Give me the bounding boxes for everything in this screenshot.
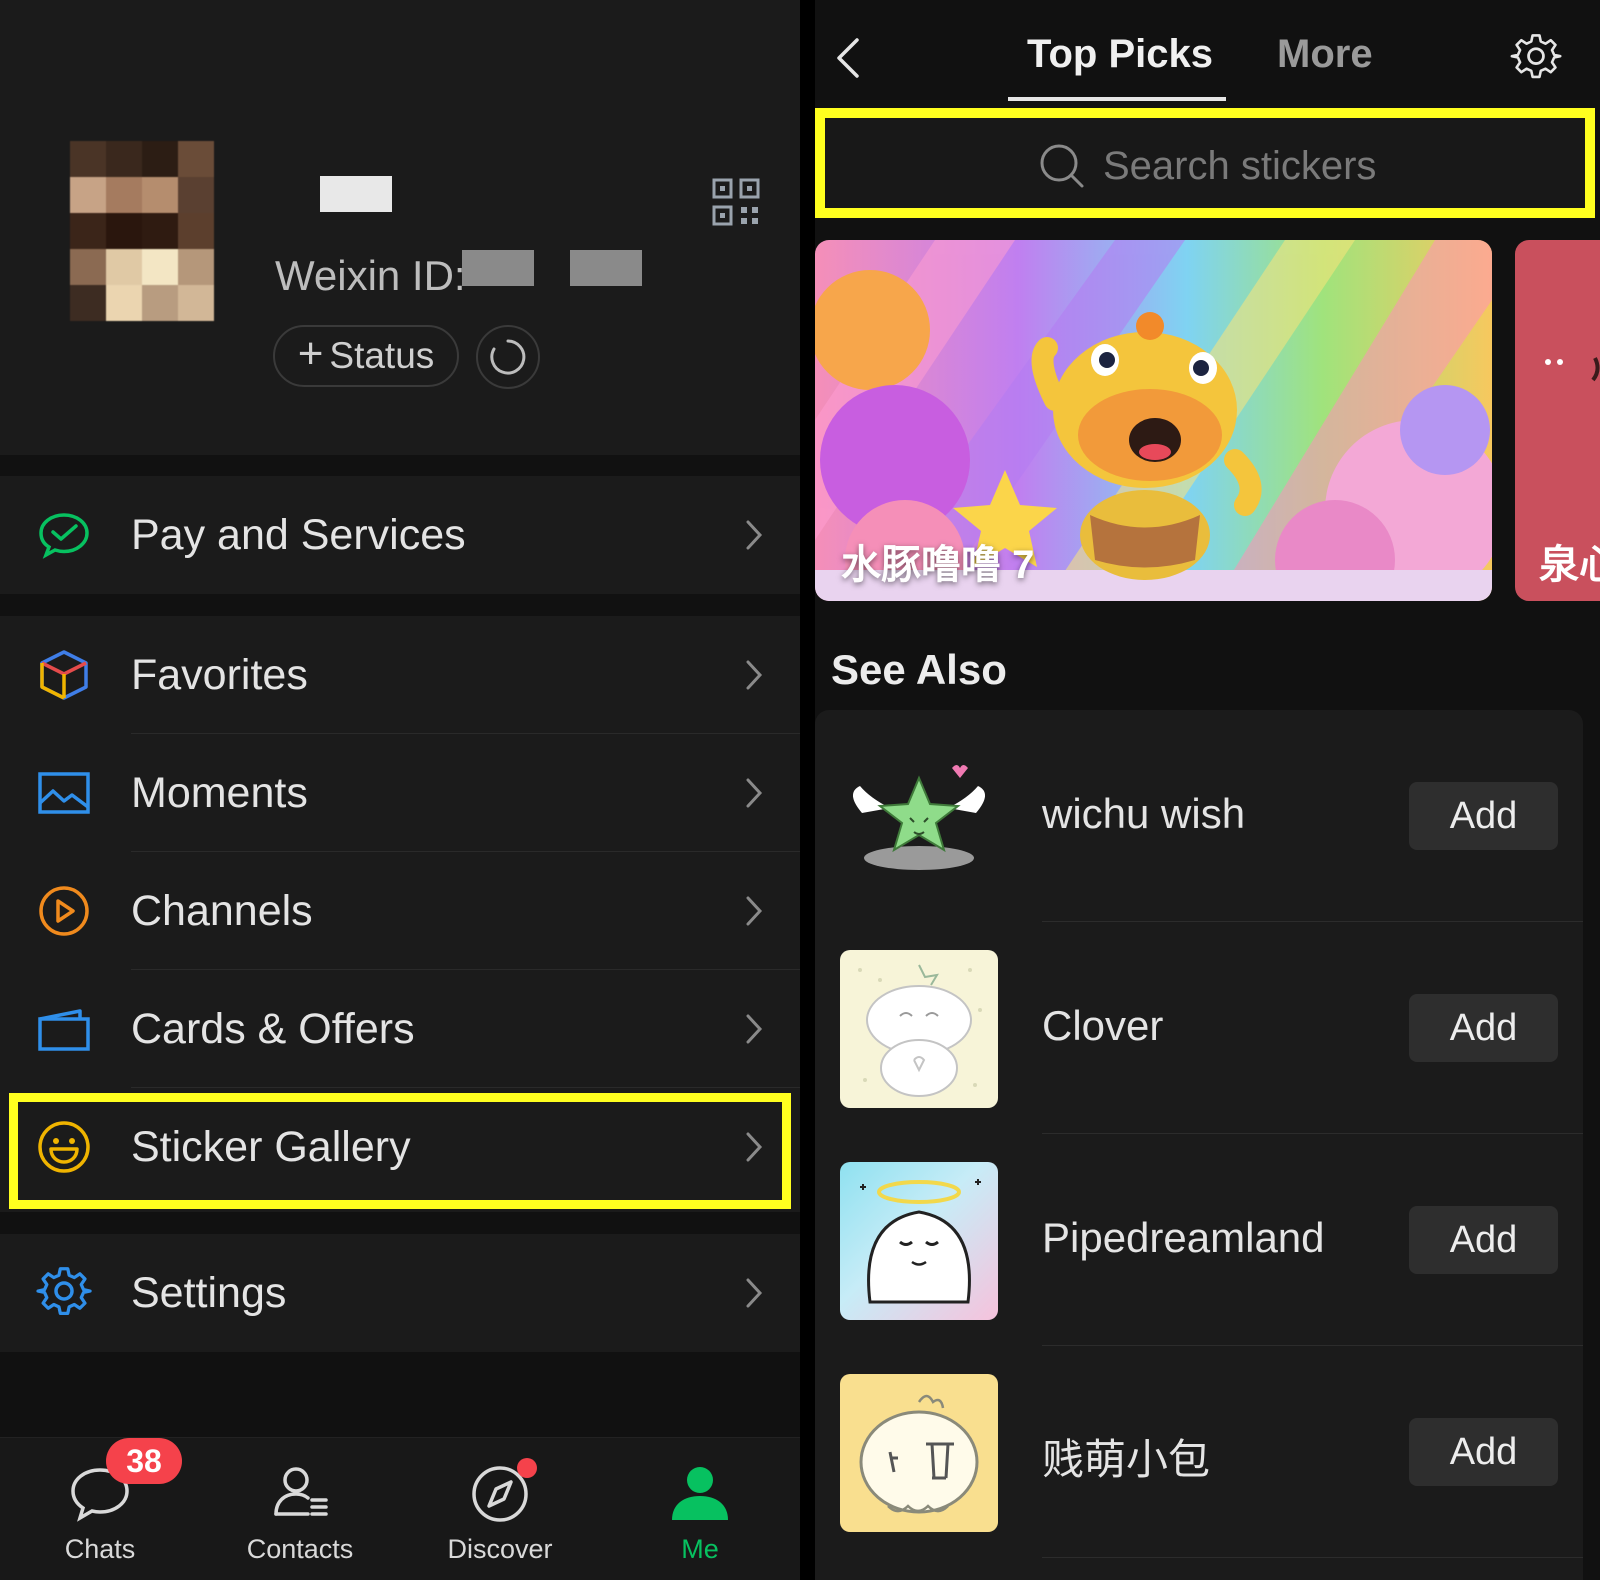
menu-item-moments[interactable]: Moments	[0, 734, 800, 852]
weixin-id-redacted	[462, 250, 534, 286]
clover-sticker-image	[858, 964, 982, 1097]
contacts-person-icon	[274, 1467, 328, 1516]
refresh-icon	[490, 339, 526, 375]
pay-checkmark-icon	[39, 513, 89, 559]
pay-group: Pay and Services	[0, 476, 800, 594]
qr-code-icon[interactable]	[712, 178, 760, 226]
features-group: Favorites Moments Channels Cards & Offer…	[0, 616, 800, 1212]
profile-header[interactable]: Weixin ID: + Status	[0, 0, 800, 455]
moments-picture-icon	[38, 772, 90, 814]
featured-banner-next[interactable]: 泉心	[1515, 240, 1600, 601]
tab-label-contacts: Contacts	[246, 1534, 354, 1564]
chevron-right-icon	[746, 1014, 763, 1044]
divider	[1042, 1557, 1583, 1558]
menu-label-pay: Pay and Services	[131, 510, 466, 559]
add-button[interactable]: Add	[1409, 782, 1558, 850]
settings-group: Settings	[0, 1234, 800, 1352]
sticker-thumbnail	[840, 738, 998, 896]
star-angel-sticker-image	[852, 765, 986, 870]
chevron-right-icon	[746, 1132, 763, 1162]
tab-more[interactable]: More	[1277, 32, 1373, 77]
tab-label-me: Me	[681, 1534, 719, 1564]
add-button[interactable]: Add	[1409, 1206, 1558, 1274]
avatar[interactable]	[70, 141, 214, 321]
search-placeholder: Search stickers	[1103, 143, 1377, 188]
tab-discover[interactable]: Discover	[400, 1438, 600, 1580]
status-ring-button[interactable]	[476, 325, 540, 389]
tab-top-picks[interactable]: Top Picks	[1027, 32, 1213, 77]
chevron-right-icon	[746, 660, 763, 690]
menu-label-settings: Settings	[131, 1268, 287, 1317]
weixin-id-label: Weixin ID:	[275, 252, 466, 299]
add-button[interactable]: Add	[1409, 994, 1558, 1062]
menu-label-channels: Channels	[131, 886, 313, 935]
username-redacted	[320, 176, 392, 212]
tab-me[interactable]: Me	[600, 1438, 800, 1580]
chevron-right-icon	[746, 778, 763, 808]
favorites-cube-icon	[40, 650, 88, 700]
list-item[interactable]: Pipedreamland Add	[815, 1134, 1583, 1346]
sticker-pack-name: Pipedreamland	[1042, 1214, 1325, 1261]
back-arrow-icon[interactable]	[833, 36, 861, 80]
search-stickers-input[interactable]: Search stickers	[815, 108, 1595, 218]
unread-badge: 38	[106, 1438, 182, 1484]
active-tab-indicator	[1008, 97, 1226, 101]
status-label: Status	[329, 335, 435, 376]
list-item[interactable]: Clover Add	[815, 922, 1583, 1134]
chevron-right-icon	[746, 520, 763, 550]
smiley-face-icon	[38, 1121, 90, 1173]
sticker-thumbnail	[840, 1162, 998, 1320]
menu-item-cards[interactable]: Cards & Offers	[0, 970, 800, 1088]
menu-label-cards: Cards & Offers	[131, 1004, 415, 1053]
sticker-pack-list: wichu wish Add Clover Add Pipedreamland …	[815, 710, 1583, 1580]
gear-icon[interactable]	[1510, 32, 1562, 84]
sticker-pack-name: 贱萌小包	[1042, 1436, 1211, 1483]
menu-item-pay[interactable]: Pay and Services	[0, 476, 800, 594]
menu-item-channels[interactable]: Channels	[0, 852, 800, 970]
plus-icon: +	[297, 329, 324, 378]
tab-chats[interactable]: 38 Chats	[0, 1438, 200, 1580]
featured-banner[interactable]: 水豚噜噜 7	[815, 240, 1492, 601]
list-item[interactable]: 贱萌小包 Add	[815, 1346, 1583, 1558]
channels-play-icon	[39, 886, 89, 936]
sticker-thumbnail	[840, 1374, 998, 1532]
add-button[interactable]: Add	[1409, 1418, 1558, 1486]
bottom-tab-bar: 38 Chats Contacts Discover Me	[0, 1437, 800, 1580]
menu-item-settings[interactable]: Settings	[0, 1234, 800, 1352]
menu-item-sticker-gallery[interactable]: Sticker Gallery	[0, 1088, 800, 1206]
wallet-card-icon	[38, 1009, 90, 1051]
banner-next-title: 泉心	[1539, 543, 1600, 587]
me-person-icon	[672, 1467, 728, 1520]
weixin-id-redacted-2	[570, 250, 642, 286]
sticker-gallery-page: Top Picks More Search stickers 水豚噜噜 7 泉心…	[815, 0, 1600, 1580]
notification-dot	[517, 1458, 537, 1478]
tab-label-chats: Chats	[64, 1534, 136, 1564]
chevron-right-icon	[746, 1278, 763, 1308]
sticker-pack-name: Clover	[1042, 1002, 1164, 1049]
list-item[interactable]: wichu wish Add	[815, 710, 1583, 922]
tab-label-discover: Discover	[447, 1534, 553, 1564]
gear-icon	[36, 1267, 92, 1315]
me-page: Weixin ID: + Status Pay and Services Fav…	[0, 0, 800, 1580]
angel-girl-sticker-image	[860, 1179, 981, 1304]
tab-contacts[interactable]: Contacts	[200, 1438, 400, 1580]
sticker-thumbnail	[840, 950, 998, 1108]
menu-item-favorites[interactable]: Favorites	[0, 616, 800, 734]
bun-sticker-image	[859, 1394, 979, 1514]
add-status-button[interactable]: + Status	[273, 325, 459, 387]
chevron-right-icon	[746, 896, 763, 926]
sticker-pack-name: wichu wish	[1042, 790, 1246, 837]
menu-label-favorites: Favorites	[131, 650, 308, 699]
banner-title: 水豚噜噜 7	[841, 543, 1035, 587]
menu-label-stickers: Sticker Gallery	[131, 1122, 411, 1171]
section-title-see-also: See Also	[831, 646, 1007, 693]
menu-label-moments: Moments	[131, 768, 308, 817]
search-icon	[1040, 144, 1084, 188]
